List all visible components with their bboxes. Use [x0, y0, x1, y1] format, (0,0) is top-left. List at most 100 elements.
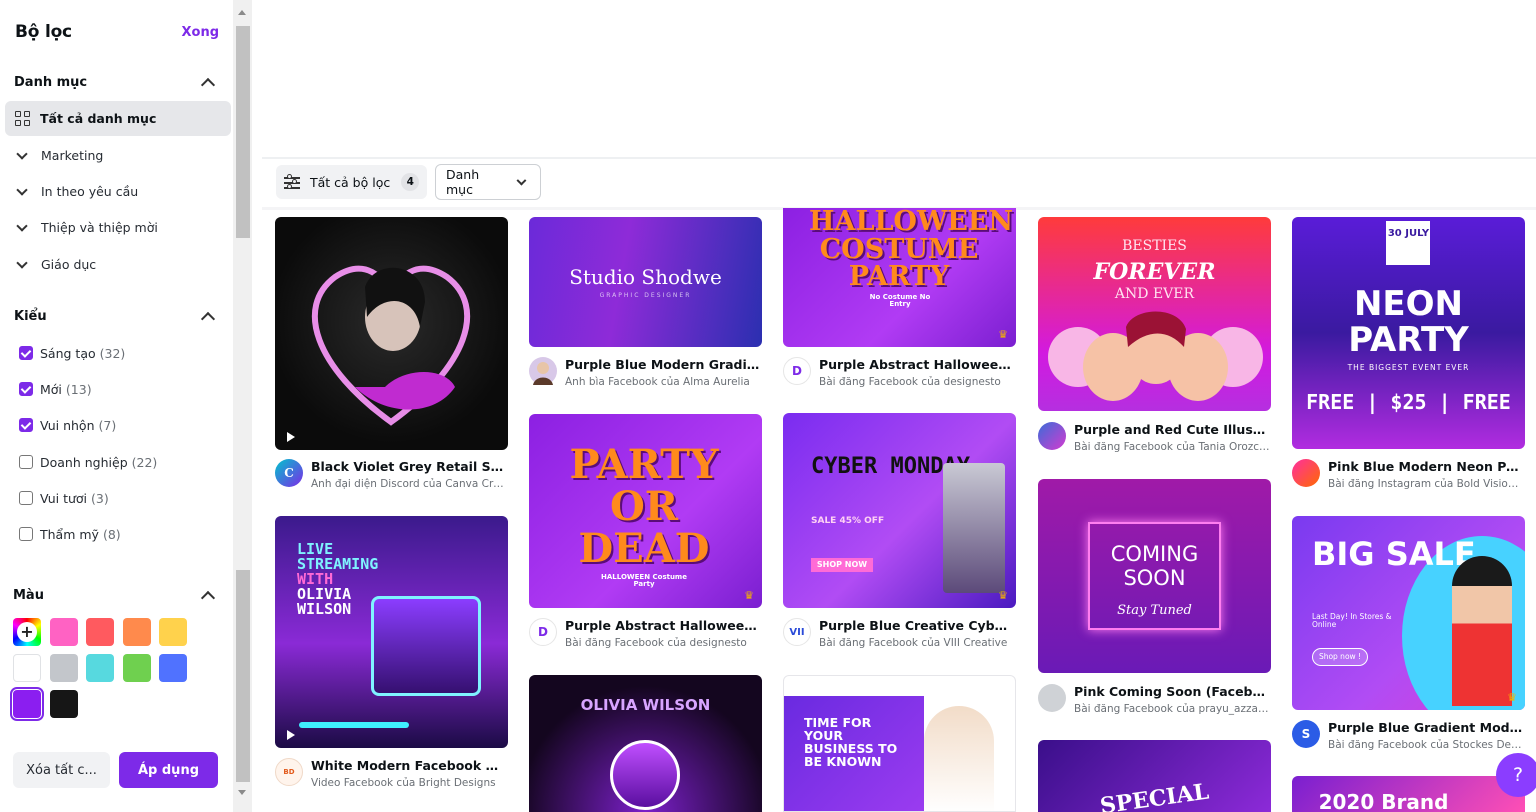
category-item-label: Tất cả danh mục: [40, 111, 157, 126]
template-title[interactable]: Purple and Red Cute Illustrat...: [1074, 422, 1270, 437]
template-title[interactable]: Purple Blue Modern Gradient ...: [565, 357, 761, 372]
template-title[interactable]: Purple Blue Gradient Modern ...: [1328, 720, 1524, 735]
all-filters-button[interactable]: Tất cả bộ lọc 4: [276, 165, 427, 199]
swatch-gray[interactable]: [49, 654, 78, 682]
template-thumbnail[interactable]: BESTIES FOREVER AND EVER: [1038, 217, 1271, 411]
template-meta: VII Purple Blue Creative Cyber M... Bài …: [783, 618, 1015, 649]
thumbnail-headline: NEON PARTY: [1348, 284, 1469, 360]
play-icon: [287, 730, 295, 740]
thumbnail-button-text: SHOP NOW: [811, 558, 873, 572]
style-option-count: (13): [65, 381, 92, 397]
color-picker-button[interactable]: +: [13, 618, 41, 646]
style-option-business[interactable]: Doanh nghiệp (22): [19, 452, 157, 472]
swatch-yellow[interactable]: [159, 618, 187, 646]
template-meta: D Purple Abstract Halloween Co... Bài đă…: [529, 618, 761, 649]
sliders-icon: [284, 174, 300, 189]
template-title[interactable]: Pink Coming Soon (Facebook ...: [1074, 684, 1270, 699]
template-thumbnail[interactable]: Studio Shodwe GRAPHIC DESIGNER: [529, 217, 762, 347]
style-option-count: (3): [91, 490, 109, 506]
swatch-purple[interactable]: [10, 687, 44, 721]
scroll-up-icon[interactable]: [238, 10, 246, 15]
category-section-header[interactable]: Danh mục: [14, 71, 219, 93]
category-item-marketing[interactable]: Marketing: [5, 138, 231, 173]
template-meta: D Purple Abstract Halloween Co... Bài đă…: [783, 357, 1015, 388]
template-thumbnail[interactable]: LIVE STREAMING WITH OLIVIA WILSON: [275, 516, 508, 748]
template-thumbnail[interactable]: PARTY OR DEAD HALLOWEEN Costume Party ♛: [529, 414, 762, 608]
style-option-label: Mới: [40, 381, 62, 397]
category-item-education[interactable]: Giáo dục: [5, 247, 231, 282]
template-title[interactable]: Purple Blue Creative Cyber M...: [819, 618, 1015, 633]
sidebar-title: Bộ lọc: [15, 22, 72, 42]
style-option-aesthetic[interactable]: Thẩm mỹ (8): [19, 524, 121, 544]
checkbox[interactable]: [19, 346, 33, 360]
template-subtitle: Bài đăng Facebook của designesto: [819, 376, 1001, 388]
template-meta: Purple and Red Cute Illustrat... Bài đăn…: [1038, 422, 1270, 453]
swatch-black[interactable]: [49, 690, 78, 718]
thumbnail-subtext: THE BIGGEST EVENT EVER: [1347, 363, 1470, 372]
swatch-orange[interactable]: [122, 618, 151, 646]
style-option-count: (22): [131, 454, 158, 470]
template-thumbnail[interactable]: BIG SALE Last Day! In Stores & Online Sh…: [1292, 516, 1525, 710]
author-avatar: VII: [783, 618, 811, 646]
template-subtitle: Bài đăng Instagram của Bold Vision ...: [1328, 478, 1524, 490]
filter-count-badge: 4: [401, 173, 420, 191]
swatch-white[interactable]: [13, 654, 41, 682]
swatch-blue[interactable]: [159, 654, 187, 682]
template-title[interactable]: White Modern Facebook Video: [311, 758, 507, 773]
template-thumbnail[interactable]: CYBER MONDAY SALE 45% OFF SHOP NOW ♛: [783, 413, 1016, 608]
template-thumbnail[interactable]: 2020 Brand: [1292, 776, 1525, 812]
style-section-header[interactable]: Kiểu: [14, 305, 219, 327]
friends-illustration: [1048, 311, 1263, 401]
template-thumbnail[interactable]: 30 JULY NEON PARTY THE BIGGEST EVENT EVE…: [1292, 217, 1525, 449]
template-subtitle: Bài đăng Facebook của VIII Creative: [819, 637, 1008, 649]
template-subtitle: Ảnh đại diện Discord của Canva Crea...: [311, 478, 507, 490]
template-thumbnail[interactable]: OLIVIA WILSON: [529, 675, 762, 812]
template-thumbnail[interactable]: [275, 217, 508, 450]
template-title[interactable]: Purple Abstract Halloween Co...: [565, 618, 761, 633]
checkbox[interactable]: [19, 418, 33, 432]
thumbnail-topline: 30 JULY: [1387, 228, 1430, 239]
sidebar-scrollbar[interactable]: [233, 0, 252, 812]
thumbnail-headline: SPECIAL: [1098, 778, 1211, 812]
style-option-new[interactable]: Mới (13): [19, 379, 92, 399]
template-thumbnail[interactable]: TIME FOR YOUR BUSINESS TO BE KNOWN: [783, 675, 1016, 812]
thumbnail-subtext: Stay Tuned: [1117, 603, 1192, 618]
category-item-cards[interactable]: Thiệp và thiệp mời: [5, 210, 231, 245]
checkbox[interactable]: [19, 382, 33, 396]
color-section-title: Màu: [13, 587, 44, 603]
template-title[interactable]: Purple Abstract Halloween Co...: [819, 357, 1015, 372]
thumbnail-headline: HALLOWEEN COSTUME PARTY: [809, 208, 1014, 293]
swatch-green[interactable]: [122, 654, 151, 682]
style-option-creative[interactable]: Sáng tạo (32): [19, 343, 125, 363]
category-item-print[interactable]: In theo yêu cầu: [5, 174, 231, 209]
checkbox[interactable]: [19, 527, 33, 541]
color-section-header[interactable]: Màu: [13, 584, 219, 606]
apply-button[interactable]: Áp dụng: [119, 752, 218, 788]
template-title[interactable]: Pink Blue Modern Neon Party...: [1328, 459, 1524, 474]
chevron-up-icon: [200, 311, 216, 326]
scrollbar-thumb[interactable]: [236, 26, 250, 238]
template-title[interactable]: Black Violet Grey Retail Soft G...: [311, 459, 507, 474]
swatch-cyan[interactable]: [86, 654, 114, 682]
clear-all-button[interactable]: Xóa tất c...: [13, 752, 110, 788]
author-avatar: [529, 357, 557, 385]
checkbox[interactable]: [19, 491, 33, 505]
template-thumbnail[interactable]: HALLOWEEN COSTUME PARTY No Costume No En…: [783, 208, 1016, 347]
style-option-fun[interactable]: Vui nhộn (7): [19, 415, 116, 435]
thumbnail-button-text: Shop now !: [1312, 648, 1368, 666]
template-thumbnail[interactable]: SPECIAL: [1038, 740, 1271, 812]
heart-graphic: [311, 265, 471, 426]
scrollbar-thumb[interactable]: [236, 570, 250, 782]
category-item-label: Giáo dục: [41, 257, 97, 272]
template-thumbnail[interactable]: COMING SOON Stay Tuned: [1038, 479, 1271, 673]
category-dropdown[interactable]: Danh mục: [435, 164, 541, 200]
swatch-pink[interactable]: [49, 618, 78, 646]
scroll-down-icon[interactable]: [238, 790, 246, 795]
style-option-cheerful[interactable]: Vui tươi (3): [19, 488, 109, 508]
done-button[interactable]: Xong: [181, 25, 219, 40]
swatch-red[interactable]: [86, 618, 114, 646]
checkbox[interactable]: [19, 455, 33, 469]
help-button[interactable]: ?: [1496, 753, 1536, 797]
thumbnail-subtext: SALE 45% OFF: [811, 516, 885, 526]
category-item-all[interactable]: Tất cả danh mục: [5, 101, 231, 136]
